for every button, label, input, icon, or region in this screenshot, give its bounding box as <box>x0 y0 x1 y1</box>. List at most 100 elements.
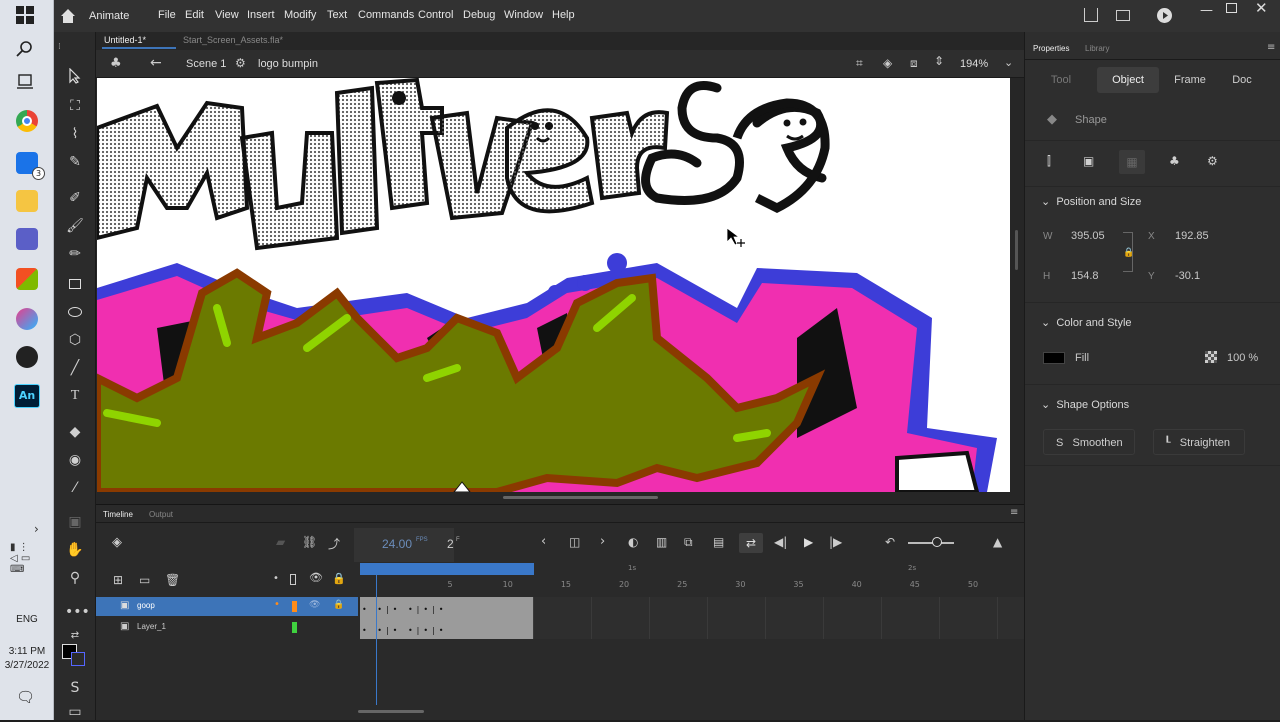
alpha-field[interactable]: 100 % <box>1227 352 1258 364</box>
panel-menu-icon[interactable]: ≡ <box>1010 507 1018 518</box>
loop-icon[interactable]: ⇄ <box>739 533 763 553</box>
menu-window[interactable]: Window <box>504 9 543 21</box>
menu-view[interactable]: View <box>215 9 239 21</box>
y-field[interactable]: -30.1 <box>1175 270 1200 282</box>
breadcrumb-scene[interactable]: Scene 1 <box>186 58 226 70</box>
oval-tool-icon[interactable] <box>65 302 85 322</box>
swap-colors-icon[interactable]: ⇄ <box>65 626 85 646</box>
shape-settings-icon[interactable]: ⚙ <box>1207 154 1218 168</box>
language-indicator[interactable]: ENG <box>0 614 54 625</box>
clock-date[interactable]: 3/27/2022 <box>0 660 54 671</box>
lock-icon[interactable]: 🔒 <box>333 600 344 610</box>
center-stage-icon[interactable]: ⇕ <box>934 54 944 68</box>
layer-name[interactable]: goop <box>137 601 155 610</box>
paint-brush-tool-icon[interactable]: 🖌 <box>65 216 85 236</box>
menu-commands[interactable]: Commands <box>358 9 414 21</box>
edit-multiple-frames-icon[interactable]: ▥ <box>656 535 667 549</box>
selection-tool-icon[interactable] <box>65 67 85 88</box>
section-shape-options[interactable]: ⌄ Shape Options <box>1041 398 1129 411</box>
back-arrow-icon[interactable]: ← <box>150 55 162 71</box>
step-forward-icon[interactable]: |▶ <box>829 535 842 549</box>
tool-option-icon[interactable]: ▭ <box>65 702 85 722</box>
subtab-frame[interactable]: Frame <box>1159 67 1221 93</box>
chrome-icon[interactable] <box>16 110 38 132</box>
smooth-option-icon[interactable]: S <box>65 678 85 698</box>
teams-icon[interactable] <box>16 228 38 250</box>
fill-color-swatch[interactable] <box>71 652 85 666</box>
subtab-tool[interactable]: Tool <box>1037 67 1085 93</box>
doc-tab-start-screen[interactable]: Start_Screen_Assets.fla* <box>183 35 283 45</box>
camera-tool-icon[interactable]: ▣ <box>65 512 85 532</box>
tab-properties[interactable]: Properties <box>1033 44 1069 53</box>
onion-skin-icon[interactable]: ◐ <box>628 535 638 549</box>
eyedropper-tool-icon[interactable]: ⁄ <box>65 478 85 498</box>
tray-icons[interactable]: ▮ ⋮ ◁ ▭ ⌨ <box>10 542 44 586</box>
parent-view-icon[interactable]: ⛓ <box>302 535 317 549</box>
subtab-object[interactable]: Object <box>1097 67 1159 93</box>
frame-ruler[interactable]: 1s 2s 510152025303540455055 <box>360 563 1036 593</box>
height-field[interactable]: 154.8 <box>1071 270 1099 282</box>
frames-grid[interactable]: • •|• •|•|• • •|• •|•|• <box>360 597 1024 639</box>
breadcrumb-symbol[interactable]: logo bumpin <box>258 58 318 70</box>
tab-output[interactable]: Output <box>149 510 173 519</box>
doc-tab-untitled[interactable]: Untitled-1* <box>104 35 146 45</box>
insert-keyframe-icon[interactable]: ◫ <box>569 535 580 549</box>
layer-name[interactable]: Layer_1 <box>137 622 166 631</box>
text-tool-icon[interactable]: T <box>65 386 85 406</box>
camera-icon[interactable]: ◈ <box>883 56 892 70</box>
workspace-icon[interactable] <box>1116 10 1130 21</box>
clock-time[interactable]: 3:11 PM <box>0 646 54 657</box>
keyframes-goop[interactable]: • •|• •|•|• <box>362 605 447 614</box>
layer-row-layer1[interactable]: ▣ Layer_1 <box>96 618 358 637</box>
visibility-icon[interactable]: 👁 <box>309 600 320 610</box>
current-frame[interactable]: 2 <box>447 537 454 551</box>
pin-tool-icon[interactable]: ✎ <box>65 152 85 172</box>
lock-proportions-icon[interactable]: 🔒 <box>1123 248 1134 258</box>
group-icon[interactable]: ▣ <box>1083 154 1094 168</box>
tab-timeline[interactable]: Timeline <box>103 510 133 519</box>
new-layer-icon[interactable]: ⊞ <box>113 573 123 587</box>
menu-modify[interactable]: Modify <box>284 9 316 21</box>
menu-control[interactable]: Control <box>418 9 453 21</box>
fill-color-swatch[interactable] <box>1043 352 1065 364</box>
zoom-slider-thumb[interactable] <box>932 537 942 547</box>
new-folder-icon[interactable]: ▭ <box>139 573 150 587</box>
pencil-tool-icon[interactable]: ✏ <box>65 244 85 264</box>
line-tool-icon[interactable]: ╱ <box>65 358 85 378</box>
layers-icon[interactable]: ◈ <box>112 535 122 550</box>
close-icon[interactable]: ✕ <box>1255 0 1268 17</box>
home-icon[interactable] <box>60 8 76 24</box>
zoom-select[interactable]: 194% ⌄ <box>954 54 1024 74</box>
x-field[interactable]: 192.85 <box>1175 230 1209 242</box>
test-movie-icon[interactable] <box>1157 8 1172 23</box>
outline-toggle-icon[interactable] <box>290 574 296 585</box>
highlight-dot-icon[interactable]: • <box>273 573 279 584</box>
search-icon[interactable] <box>16 40 38 62</box>
panel-menu-icon[interactable]: ≡ <box>1267 42 1275 53</box>
obs-icon[interactable] <box>16 346 38 368</box>
paint-app-icon[interactable] <box>16 308 38 330</box>
zoom-slider-track[interactable] <box>908 542 954 544</box>
fit-frames-icon[interactable]: ▲ <box>993 535 1002 549</box>
notification-icon[interactable]: 🗨 <box>16 688 38 710</box>
tab-library[interactable]: Library <box>1085 44 1109 53</box>
menu-debug[interactable]: Debug <box>463 9 495 21</box>
menu-edit[interactable]: Edit <box>185 9 204 21</box>
prev-keyframe-icon[interactable]: ‹ <box>541 534 546 549</box>
brush-tool-icon[interactable]: ✐ <box>65 188 85 208</box>
edit-symbols-icon[interactable]: ♣ <box>110 56 122 71</box>
task-view-icon[interactable] <box>16 72 38 94</box>
hand-tool-icon[interactable]: ✋ <box>65 540 85 560</box>
stage-horizontal-scrollbar[interactable] <box>503 496 658 499</box>
graph-icon[interactable]: ⤴ <box>328 535 340 552</box>
keyframes-layer1[interactable]: • •|• •|•|• <box>362 626 447 635</box>
menu-text[interactable]: Text <box>327 9 347 21</box>
delete-layer-icon[interactable]: 🗑 <box>165 573 180 587</box>
fps-field[interactable]: 24.00 FPS <box>354 528 454 562</box>
lasso-tool-icon[interactable]: ⌇ <box>65 124 85 144</box>
visibility-icon[interactable]: 👁 <box>309 571 323 584</box>
minimize-icon[interactable]: — <box>1200 3 1213 18</box>
stage-canvas[interactable] <box>97 78 1010 492</box>
rectangle-tool-icon[interactable] <box>65 274 85 294</box>
convert-symbol-icon[interactable]: ♣ <box>1169 154 1180 168</box>
